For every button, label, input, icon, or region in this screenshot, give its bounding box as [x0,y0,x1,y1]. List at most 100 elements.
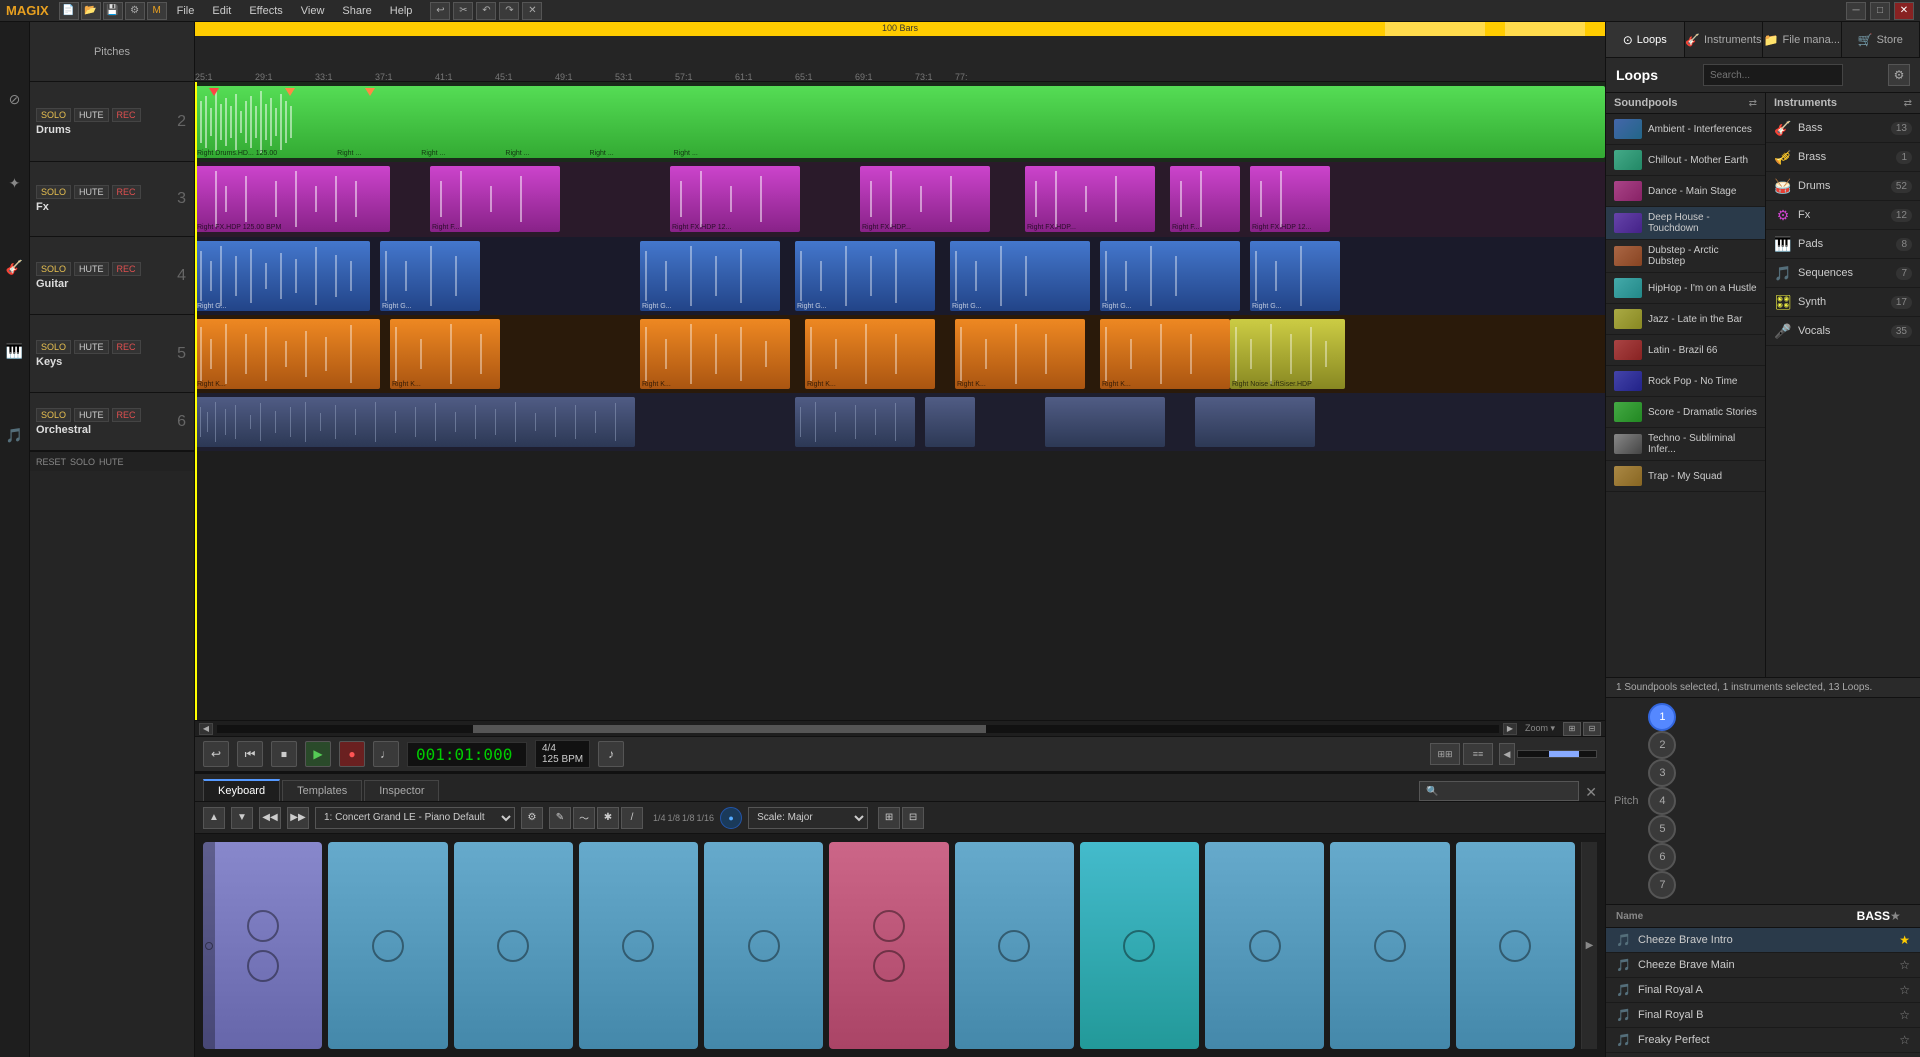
kb-range-btn[interactable]: ⊞ [878,807,900,829]
fx-hute-btn[interactable]: HUTE [74,185,109,199]
loop-star-3[interactable]: ☆ [1899,1008,1910,1022]
toolbar-open[interactable]: 📂 [81,2,101,20]
pitch-btn-7[interactable]: 7 [1648,871,1676,899]
soundpool-item-3[interactable]: Deep House - Touchdown [1606,207,1765,240]
fit-btn[interactable]: ⊟ [1583,722,1601,736]
left-icon-bass[interactable]: 🎵 [3,423,27,447]
pad-4[interactable] [579,842,698,1049]
toolbar-undo-back[interactable]: ↩ [430,2,450,20]
guitar-rec-btn[interactable]: REC [112,262,141,276]
loop-star-2[interactable]: ☆ [1899,983,1910,997]
pad-7[interactable] [955,842,1074,1049]
window-minimize[interactable]: ─ [1846,2,1866,20]
kb-edit-btn1[interactable]: ✎ [549,807,571,829]
tab-inspector[interactable]: Inspector [364,780,439,801]
instruments-settings-btn[interactable]: ⇄ [1904,98,1912,109]
drums-hute-btn[interactable]: HUTE [74,108,109,122]
guitar-solo-btn[interactable]: SOLO [36,262,71,276]
loop-star-0[interactable]: ★ [1899,933,1910,947]
soundpool-item-4[interactable]: Dubstep - Arctic Dubstep [1606,240,1765,273]
arranger-btn[interactable]: ≡≡ [1463,743,1493,765]
keys-rec-btn[interactable]: REC [112,340,141,354]
toolbar-undo[interactable]: ↶ [476,2,496,20]
drums-solo-btn[interactable]: SOLO [36,108,71,122]
transport-back-btn[interactable]: ⏮ [237,741,263,767]
vol-left-btn[interactable]: ◀ [1499,743,1515,765]
bottom-search-input[interactable] [1419,781,1579,801]
soundpool-item-1[interactable]: Chillout - Mother Earth [1606,145,1765,176]
pitch-btn-4[interactable]: 4 [1648,787,1676,815]
fx-rec-btn[interactable]: REC [112,185,141,199]
soundpool-item-0[interactable]: Ambient - Interferences [1606,114,1765,145]
loops-settings-btn[interactable]: ⚙ [1888,64,1910,86]
instrument-item-0[interactable]: 🎸Bass13 [1766,114,1920,143]
loops-search-input[interactable] [1703,64,1843,86]
toolbar-magix[interactable]: M [147,2,167,20]
tab-templates[interactable]: Templates [282,780,362,801]
pad-2[interactable] [328,842,447,1049]
tab-keyboard[interactable]: Keyboard [203,779,280,801]
instrument-item-4[interactable]: 🎹Pads8 [1766,230,1920,259]
loop-item-3[interactable]: 🎵Final Royal B☆ [1606,1003,1920,1028]
expand-btn[interactable]: ⊞ [1563,722,1581,736]
toolbar-close[interactable]: ✕ [522,2,542,20]
timeline-scrollbar[interactable]: ◀ ▶ Zoom ▾ ⊞ ⊟ [195,720,1605,736]
left-icon-piano[interactable]: 🎹 [3,339,27,363]
loop-star-4[interactable]: ☆ [1899,1033,1910,1047]
pad-3[interactable] [454,842,573,1049]
kb-down-btn[interactable]: ▼ [231,807,253,829]
guitar-hute-btn[interactable]: HUTE [74,262,109,276]
keys-solo-btn[interactable]: SOLO [36,340,71,354]
pitch-btn-5[interactable]: 5 [1648,815,1676,843]
kb-expand-btn[interactable]: ⊟ [902,807,924,829]
menu-help[interactable]: Help [382,3,421,19]
loop-item-1[interactable]: 🎵Cheeze Brave Main☆ [1606,953,1920,978]
orch-solo-btn[interactable]: SOLO [36,408,71,422]
transport-play-btn[interactable]: ▶ [305,741,331,767]
instrument-item-7[interactable]: 🎤Vocals35 [1766,317,1920,346]
loop-item-2[interactable]: 🎵Final Royal A☆ [1606,978,1920,1003]
instrument-item-3[interactable]: ⚙Fx12 [1766,201,1920,230]
scroll-thumb[interactable] [473,725,986,733]
toolbar-save[interactable]: 💾 [103,2,123,20]
menu-share[interactable]: Share [334,3,379,19]
menu-file[interactable]: File [169,3,203,19]
soundpool-item-8[interactable]: Rock Pop - No Time [1606,366,1765,397]
soundpool-item-5[interactable]: HipHop - I'm on a Hustle [1606,273,1765,304]
window-close[interactable]: ✕ [1894,2,1914,20]
instrument-select[interactable]: 1: Concert Grand LE - Piano Default [315,807,515,829]
orch-rec-btn[interactable]: REC [112,408,141,422]
kb-edit-btn4[interactable]: / [621,807,643,829]
keys-hute-btn[interactable]: HUTE [74,340,109,354]
master-vol-control[interactable] [1517,750,1597,758]
soundpool-item-11[interactable]: Trap - My Squad [1606,461,1765,492]
transport-record-btn[interactable]: ● [339,741,365,767]
orch-hute-btn[interactable]: HUTE [74,408,109,422]
pad-1[interactable] [203,842,322,1049]
kb-forward-btn[interactable]: ▶▶ [287,807,309,829]
menu-effects[interactable]: Effects [241,3,290,19]
pitch-btn-3[interactable]: 3 [1648,759,1676,787]
loop-item-4[interactable]: 🎵Freaky Perfect☆ [1606,1028,1920,1053]
left-icon-guitar[interactable]: 🎸 [3,255,27,279]
instrument-item-2[interactable]: 🥁Drums52 [1766,172,1920,201]
right-tab-store[interactable]: 🛒 Store [1842,22,1920,57]
zoom-label[interactable]: Zoom ▾ [1525,723,1555,734]
scale-select[interactable]: Scale: Major [748,807,868,829]
loop-item-0[interactable]: 🎵Cheeze Brave Intro★ [1606,928,1920,953]
instrument-item-6[interactable]: 🎛Synth17 [1766,288,1920,317]
toolbar-redo[interactable]: ↷ [499,2,519,20]
pad-5[interactable] [704,842,823,1049]
kb-settings-btn[interactable]: ⚙ [521,807,543,829]
window-maximize[interactable]: □ [1870,2,1890,20]
transport-metronome-btn[interactable]: ♩ [373,741,399,767]
scroll-left-btn[interactable]: ◀ [199,723,213,735]
instrument-item-5[interactable]: 🎵Sequences7 [1766,259,1920,288]
soundpool-item-6[interactable]: Jazz - Late in the Bar [1606,304,1765,335]
toolbar-cut[interactable]: ✂ [453,2,473,20]
soundpool-item-7[interactable]: Latin - Brazil 66 [1606,335,1765,366]
left-icon-pointer[interactable]: ⊘ [3,87,27,111]
soundpool-item-10[interactable]: Techno - Subliminal Infer... [1606,428,1765,461]
kb-prev-btn[interactable]: ▲ [203,807,225,829]
soundpool-item-2[interactable]: Dance - Main Stage [1606,176,1765,207]
